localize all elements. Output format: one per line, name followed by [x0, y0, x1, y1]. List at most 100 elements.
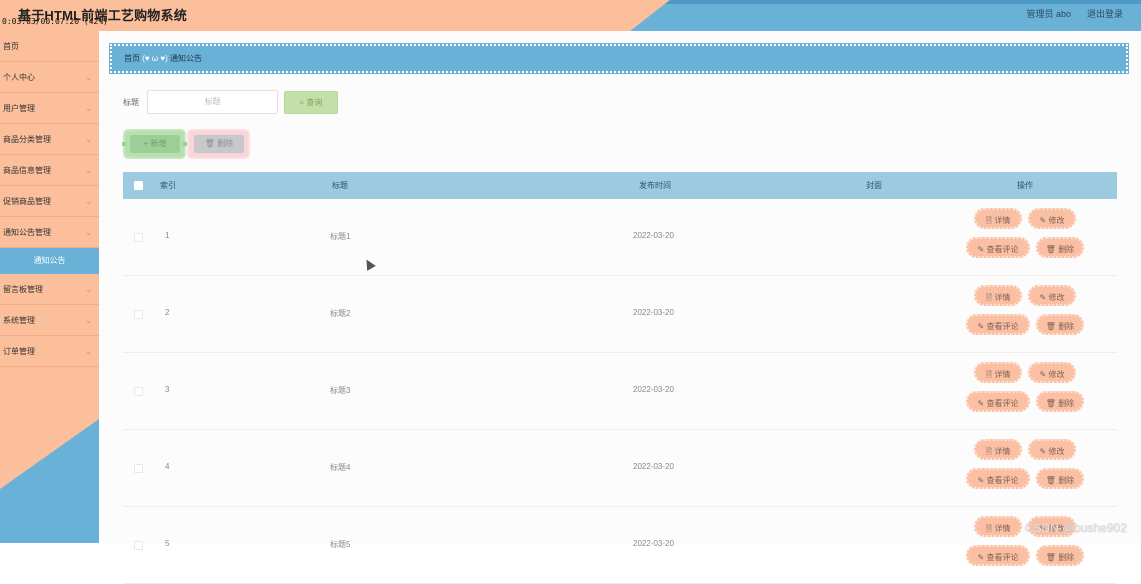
- sidebar-item-10[interactable]: 订单管理⌄: [0, 336, 99, 367]
- main-content: 首页 (♥ ω ♥) 通知公告 标题 标题 ⌕ 查询 + 新增 🗑 删除 索引 …: [99, 31, 1141, 543]
- notice-table: 索引 标题 发布时间 封面 操作 1标题12022-03-20🗎 详情✎ 修改✎…: [123, 172, 1117, 584]
- cell-index: 1: [165, 231, 169, 240]
- delete-button[interactable]: 🗑 删除: [1036, 468, 1084, 489]
- cell-time: 2022-03-20: [633, 231, 674, 240]
- sidebar-menu: 首页个人中心⌄用户管理⌄商品分类管理⌄商品信息管理⌄促销商品管理⌄通知公告管理⌄…: [0, 31, 99, 367]
- delete-button-label: 删除: [1058, 399, 1074, 408]
- table-row: 3标题32022-03-20🗎 详情✎ 修改✎ 查看评论🗑 删除: [123, 353, 1117, 430]
- top-header: 基于HTML前端工艺购物系统 0:03:03/00:07:20 (42%) 管理…: [0, 0, 1141, 31]
- breadcrumb-home[interactable]: 首页: [124, 54, 140, 63]
- edit-button[interactable]: ✎ 修改: [1028, 362, 1076, 383]
- comment-button[interactable]: ✎ 查看评论: [966, 237, 1030, 258]
- comment-button[interactable]: ✎ 查看评论: [966, 468, 1030, 489]
- comment-button-label: 查看评论: [986, 245, 1018, 254]
- sidebar-item-label: 商品分类管理: [3, 135, 51, 144]
- cell-title: 标题2: [330, 308, 350, 319]
- comment-button[interactable]: ✎ 查看评论: [966, 391, 1030, 412]
- sidebar-item-4[interactable]: 商品信息管理 ⌄: [0, 155, 99, 186]
- sidebar-item-9[interactable]: 系统管理⌄: [0, 305, 99, 336]
- sidebar-item-7[interactable]: 通知公告: [0, 248, 99, 274]
- edit-button[interactable]: ✎ 修改: [1028, 208, 1076, 229]
- detail-button-label: 详情: [994, 370, 1010, 379]
- row-checkbox[interactable]: [134, 387, 143, 396]
- delete-button-label: 删除: [1058, 245, 1074, 254]
- add-button-label: 新增: [150, 139, 166, 148]
- header-publish-time: 发布时间: [639, 172, 671, 199]
- detail-button-label: 详情: [994, 293, 1010, 302]
- trash-icon: 🗑: [1046, 553, 1058, 562]
- comment-button-label: 查看评论: [986, 553, 1018, 562]
- edit-button[interactable]: ✎ 修改: [1028, 285, 1076, 306]
- chevron-down-icon: ⌄: [85, 217, 92, 248]
- detail-button-label: 详情: [994, 524, 1010, 533]
- search-button[interactable]: ⌕ 查询: [284, 91, 338, 114]
- breadcrumb-current: 通知公告: [170, 54, 202, 63]
- bulk-delete-button[interactable]: 🗑 删除: [187, 129, 250, 159]
- chevron-down-icon: ⌄: [85, 274, 92, 305]
- cell-title: 标题1: [330, 231, 350, 242]
- title-search-input[interactable]: 标题: [147, 90, 278, 114]
- table-row: 2标题22022-03-20🗎 详情✎ 修改✎ 查看评论🗑 删除: [123, 276, 1117, 353]
- edit-button[interactable]: ✎ 修改: [1028, 439, 1076, 460]
- sidebar-item-label: 促销商品管理: [3, 197, 51, 206]
- current-user-label: 管理员 abo: [1026, 7, 1071, 20]
- add-button[interactable]: + 新增: [123, 129, 186, 159]
- sidebar-item-0[interactable]: 首页: [0, 31, 99, 62]
- detail-button[interactable]: 🗎 详情: [974, 208, 1022, 229]
- delete-button[interactable]: 🗑 删除: [1036, 237, 1084, 258]
- sidebar-item-1[interactable]: 个人中心⌄: [0, 62, 99, 93]
- header-cover: 封面: [866, 172, 882, 199]
- trash-icon: 🗑: [205, 139, 217, 148]
- detail-button[interactable]: 🗎 详情: [974, 516, 1022, 537]
- cell-title: 标题5: [330, 539, 350, 550]
- row-checkbox[interactable]: [134, 541, 143, 550]
- search-button-label: 查询: [306, 98, 322, 107]
- sidebar-item-label: 首页: [3, 42, 19, 51]
- detail-button[interactable]: 🗎 详情: [974, 285, 1022, 306]
- table-row: 5标题52022-03-20🗎 详情✎ 修改✎ 查看评论🗑 删除: [123, 507, 1117, 584]
- detail-button[interactable]: 🗎 详情: [974, 439, 1022, 460]
- bulk-delete-label: 删除: [217, 139, 233, 148]
- comment-button-label: 查看评论: [986, 399, 1018, 408]
- edit-button-label: 修改: [1048, 370, 1064, 379]
- trash-icon: 🗑: [1046, 322, 1058, 331]
- cell-index: 2: [165, 308, 169, 317]
- select-all-checkbox[interactable]: [134, 181, 143, 190]
- row-checkbox[interactable]: [134, 464, 143, 473]
- cell-index: 4: [165, 462, 169, 471]
- comment-button[interactable]: ✎ 查看评论: [966, 545, 1030, 566]
- sidebar-item-label: 通知公告: [34, 256, 66, 265]
- sidebar-item-2[interactable]: 用户管理⌄: [0, 93, 99, 124]
- sidebar-item-6[interactable]: 通知公告管理⌄: [0, 217, 99, 248]
- chevron-down-icon: ⌄: [85, 124, 92, 155]
- chevron-down-icon: ⌄: [85, 186, 92, 217]
- watermark: CSDN @bushe902: [1025, 521, 1127, 535]
- chevron-down-icon: ⌄: [85, 155, 92, 186]
- detail-button[interactable]: 🗎 详情: [974, 362, 1022, 383]
- edit-button-label: 修改: [1048, 216, 1064, 225]
- sidebar-item-8[interactable]: 留言板管理⌄: [0, 274, 99, 305]
- trash-icon: 🗑: [1046, 476, 1058, 485]
- sidebar-item-3[interactable]: 商品分类管理 ⌄: [0, 124, 99, 155]
- detail-button-label: 详情: [994, 216, 1010, 225]
- pencil-icon: ✎: [978, 553, 987, 562]
- delete-button-label: 删除: [1058, 476, 1074, 485]
- header-operation: 操作: [1017, 172, 1033, 199]
- comment-button-label: 查看评论: [986, 322, 1018, 331]
- cell-index: 3: [165, 385, 169, 394]
- comment-button[interactable]: ✎ 查看评论: [966, 314, 1030, 335]
- delete-button[interactable]: 🗑 删除: [1036, 314, 1084, 335]
- search-icon: ⌕: [300, 98, 304, 107]
- delete-button[interactable]: 🗑 删除: [1036, 545, 1084, 566]
- chevron-down-icon: ⌄: [85, 62, 92, 93]
- table-row: 1 标题1 2022-03-20 🗎 详情 ✎ 修改 ✎ 查看评论 🗑 删除: [123, 199, 1117, 276]
- row-checkbox[interactable]: [134, 233, 143, 242]
- table-header: 索引 标题 发布时间 封面 操作: [123, 172, 1117, 199]
- delete-button[interactable]: 🗑 删除: [1036, 391, 1084, 412]
- logout-link[interactable]: 退出登录: [1087, 7, 1123, 20]
- breadcrumb: 首页 (♥ ω ♥) 通知公告: [110, 44, 1128, 73]
- sidebar-item-label: 商品信息管理: [3, 166, 51, 175]
- row-checkbox[interactable]: [134, 310, 143, 319]
- table-body: 1 标题1 2022-03-20 🗎 详情 ✎ 修改 ✎ 查看评论 🗑 删除 2 标题2 2022…: [123, 199, 1117, 584]
- sidebar-item-5[interactable]: 促销商品管理 ⌄: [0, 186, 99, 217]
